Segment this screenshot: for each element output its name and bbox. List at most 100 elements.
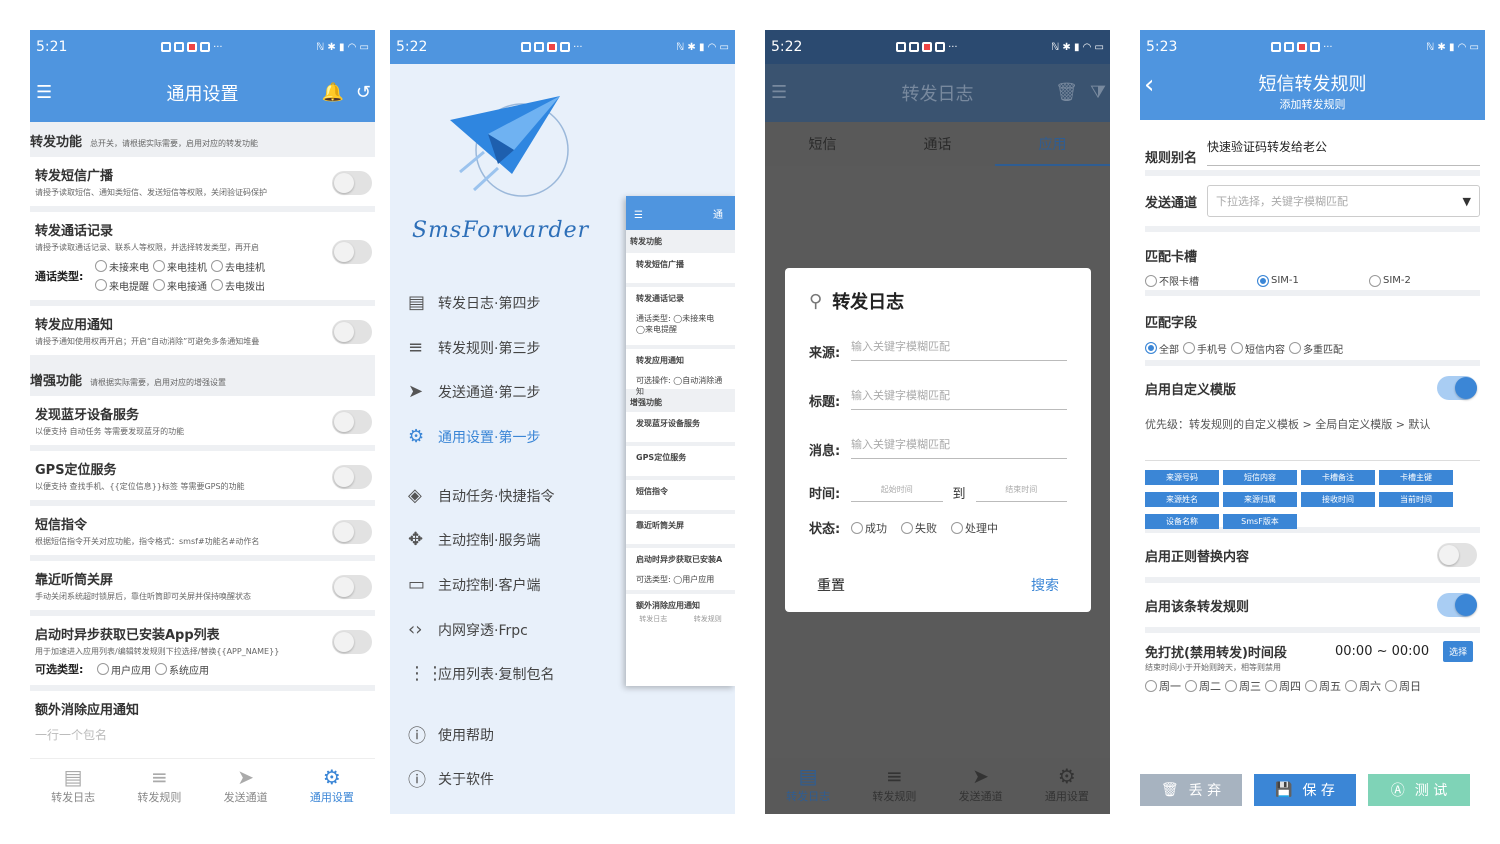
radio-incoming-alert[interactable]: 来电提醒 [95,278,149,293]
template-toggle[interactable] [1437,376,1477,400]
discard-button[interactable]: 🗑 丢 弃 [1140,774,1242,806]
server-icon: ✥ [408,529,424,550]
tab-sms[interactable]: 短信 [765,122,880,166]
menu-icon[interactable]: ☰ [36,82,52,103]
menu-icon[interactable]: ☰ [771,82,787,103]
day-sun[interactable]: 周日 [1385,678,1421,694]
chip-from[interactable]: 来源号码 [1145,470,1219,485]
title-input[interactable]: 输入关键字模糊匹配 [851,387,1067,410]
gps-toggle[interactable] [332,465,372,489]
history-icon[interactable]: ↺ [356,82,371,103]
log-screen: 5:22 ··· ℕ ✱ ▮ ◠ ▭ ☰ 转发日志 🗑 ⧩ 短信 通话 应用 ⚲ 转发日志… [765,30,1110,814]
day-wed[interactable]: 周三 [1225,678,1261,694]
nav-logs[interactable]: ▤ 转发日志 [30,759,116,814]
bell-icon[interactable]: 🔔 [321,82,343,103]
menu-logs[interactable]: ▤ 转发日志·第四步 [408,292,540,313]
call-toggle[interactable] [332,240,372,264]
radio-user-app[interactable]: 用户应用 [97,662,151,677]
menu-help[interactable]: ⓘ 使用帮助 [408,722,494,748]
radio-incoming-answer[interactable]: 来电接通 [153,278,207,293]
menu-settings[interactable]: ⚙ 通用设置·第一步 [408,426,540,447]
menu-client[interactable]: ▭ 主动控制·客户端 [408,574,540,595]
alias-input[interactable]: 快速验证码转发给老公 [1207,138,1480,166]
chip-from-name[interactable]: 来源姓名 [1145,492,1219,507]
system-icons: ℕ ✱ ▮ ◠ ▭ [1426,41,1479,53]
chip-sim-key[interactable]: 卡槽主键 [1379,470,1453,485]
regex-toggle[interactable] [1437,543,1477,567]
list-icon: ▤ [408,292,426,313]
trash-icon[interactable]: 🗑 [1055,82,1078,103]
filter-dialog: ⚲ 转发日志 来源: 输入关键字模糊匹配 标题: 输入关键字模糊匹配 消息: 输入关键字… [785,268,1091,612]
sms-toggle[interactable] [332,171,372,195]
radio-sim-1[interactable]: SIM-1 [1257,273,1365,288]
status-bar: 5:22 ··· ℕ ✱ ▮ ◠ ▭ [765,30,1110,64]
radio-success[interactable]: 成功 [851,520,887,536]
nav-rules[interactable]: ≡ 转发规则 [116,759,202,814]
dnd-select-button[interactable]: 选择 [1443,641,1474,662]
radio-failed[interactable]: 失败 [901,520,937,536]
radio-processing[interactable]: 处理中 [951,520,998,536]
menu-frpc[interactable]: ‹› 内网穿透·Frpc [408,619,528,640]
message-input[interactable]: 输入关键字模糊匹配 [851,436,1067,459]
radio-incoming-hangup[interactable]: 来电挂机 [153,259,207,274]
day-sat[interactable]: 周六 [1345,678,1381,694]
tab-app[interactable]: 应用 [995,122,1110,166]
tab-call[interactable]: 通话 [880,122,995,166]
chip-from-location[interactable]: 来源归属 [1223,492,1297,507]
nav-rules[interactable]: ≡ 转发规则 [851,758,937,814]
save-button[interactable]: 💾 保 存 [1254,774,1356,806]
day-thu[interactable]: 周四 [1265,678,1301,694]
chip-sim-note[interactable]: 卡槽备注 [1301,470,1375,485]
radio-field-multi[interactable]: 多重匹配 [1289,341,1343,356]
close-toggle[interactable] [332,575,372,599]
channel-select[interactable]: 下拉选择，关键字模糊匹配 ▼ [1207,185,1480,217]
radio-sim-any[interactable]: 不限卡槽 [1145,273,1253,288]
radio-missed[interactable]: 未接来电 [95,259,149,274]
enable-toggle[interactable] [1437,593,1477,617]
menu-senders[interactable]: ➤ 发送通道·第二步 [408,381,540,402]
chip-current-time[interactable]: 当前时间 [1379,492,1453,507]
chip-version[interactable]: SmsF版本 [1223,514,1297,529]
chip-content[interactable]: 短信内容 [1223,470,1297,485]
source-input[interactable]: 输入关键字模糊匹配 [851,338,1067,361]
radio-outgoing-hangup[interactable]: 去电挂机 [211,259,265,274]
extra-input[interactable]: 一行一个包名 [35,726,370,743]
nav-settings[interactable]: ⚙ 通用设置 [1024,758,1110,814]
radio-system-app[interactable]: 系统应用 [155,662,209,677]
app-toggle[interactable] [332,320,372,344]
regex-row: 启用正则替换内容 [1145,533,1480,583]
help-icon: ⓘ [408,726,426,747]
bt-toggle[interactable] [332,410,372,434]
search-button[interactable]: 搜索 [1031,575,1059,595]
nav-settings[interactable]: ⚙ 通用设置 [289,759,375,814]
menu-rules[interactable]: ≡ 转发规则·第三步 [408,337,540,358]
cmd-toggle[interactable] [332,520,372,544]
start-time-input[interactable]: 起始时间 [851,484,943,502]
filter-icon[interactable]: ⧩ [1090,82,1106,103]
nav-logs[interactable]: ▤ 转发日志 [765,758,851,814]
radio-outgoing[interactable]: 去电拨出 [211,278,265,293]
radio-field-phone[interactable]: 手机号 [1183,341,1227,356]
chip-device-name[interactable]: 设备名称 [1145,514,1219,529]
menu-server[interactable]: ✥ 主动控制·服务端 [408,529,540,550]
menu-about[interactable]: ⓘ 关于软件 [408,766,494,792]
back-icon[interactable]: ‹ [1144,70,1154,100]
menu-tasks[interactable]: ◈ 自动任务·快捷指令 [408,485,554,506]
radio-sim-2[interactable]: SIM-2 [1369,273,1411,288]
end-time-input[interactable]: 结束时间 [975,484,1068,502]
async-toggle[interactable] [332,630,372,654]
radio-field-content[interactable]: 短信内容 [1231,341,1285,356]
day-tue[interactable]: 周二 [1185,678,1221,694]
chip-receive-time[interactable]: 接收时间 [1301,492,1375,507]
day-mon[interactable]: 周一 [1145,678,1181,694]
nav-senders[interactable]: ➤ 发送通道 [938,758,1024,814]
paper-plane-logo [450,96,569,197]
radio-field-all[interactable]: 全部 [1145,341,1179,356]
nav-senders[interactable]: ➤ 发送通道 [203,759,289,814]
menu-apps[interactable]: ⋮⋮ 应用列表·复制包名 [408,663,554,684]
test-button[interactable]: Ⓐ 测 试 [1368,774,1470,806]
send-icon: ➤ [972,764,989,788]
day-fri[interactable]: 周五 [1305,678,1341,694]
trash-icon: 🗑 [1160,782,1179,798]
reset-button[interactable]: 重置 [817,575,845,595]
